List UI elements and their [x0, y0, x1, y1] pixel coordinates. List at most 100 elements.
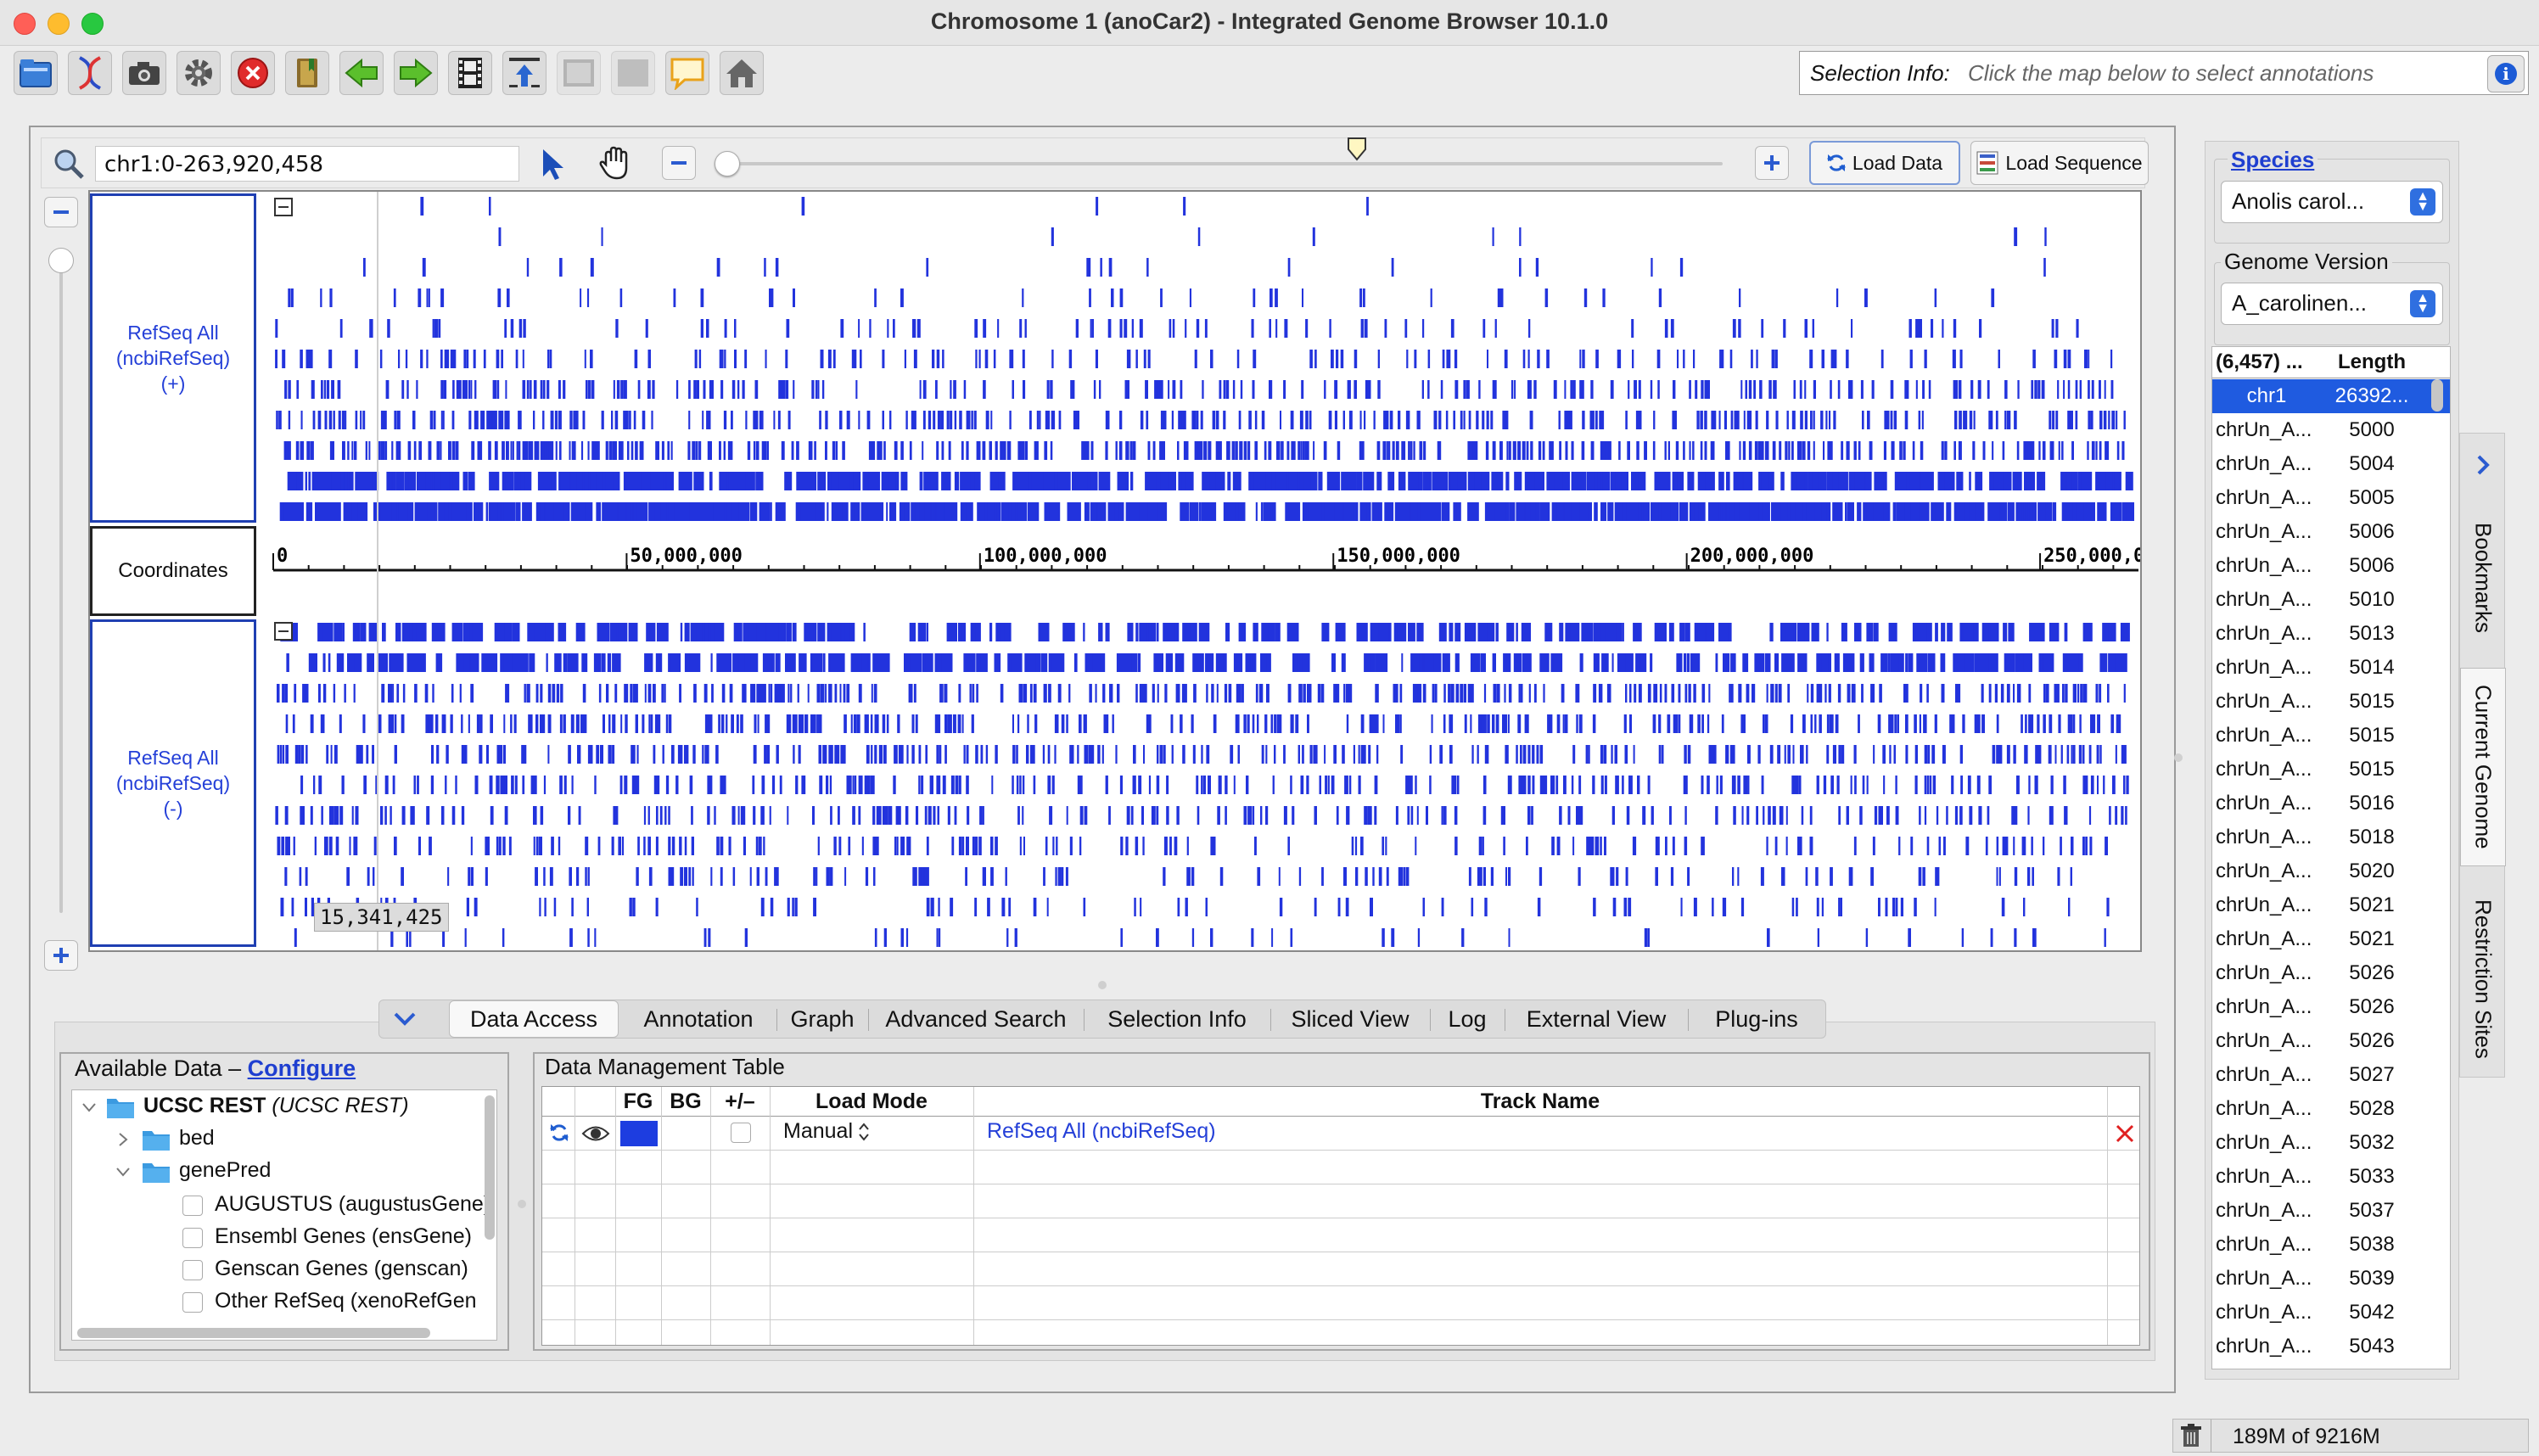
- minus-strand-feature[interactable]: [925, 653, 933, 672]
- plus-strand-feature[interactable]: [2116, 411, 2118, 429]
- plus-strand-feature[interactable]: [1331, 350, 1334, 368]
- minus-strand-feature[interactable]: [1023, 684, 1027, 703]
- plus-strand-feature[interactable]: [1942, 319, 1944, 338]
- minus-strand-feature[interactable]: [1287, 837, 1290, 855]
- plus-strand-feature[interactable]: [1795, 502, 1803, 521]
- plus-strand-feature[interactable]: [1232, 380, 1236, 399]
- plus-strand-feature[interactable]: [1275, 288, 1278, 307]
- minus-strand-feature[interactable]: [1742, 714, 1746, 733]
- tree-vertical-scrollbar[interactable]: [485, 1095, 495, 1240]
- minus-strand-feature[interactable]: [1233, 776, 1236, 794]
- minus-strand-feature[interactable]: [392, 776, 395, 794]
- minus-strand-feature[interactable]: [545, 623, 554, 641]
- minus-strand-feature[interactable]: [800, 714, 804, 733]
- minus-strand-feature[interactable]: [1932, 776, 1936, 794]
- minus-strand-feature[interactable]: [836, 745, 840, 764]
- minus-strand-feature[interactable]: [1190, 623, 1197, 641]
- minus-strand-feature[interactable]: [1374, 806, 1377, 825]
- minus-strand-feature[interactable]: [328, 653, 331, 672]
- plus-strand-feature[interactable]: [641, 472, 649, 490]
- data-management-table[interactable]: FG BG +/– Load Mode Track Name Manual Re…: [541, 1086, 2140, 1346]
- minus-strand-feature[interactable]: [318, 776, 322, 794]
- minus-strand-feature[interactable]: [1346, 806, 1350, 825]
- minus-strand-feature[interactable]: [1005, 867, 1007, 886]
- plus-strand-feature[interactable]: [505, 380, 507, 399]
- plus-strand-feature[interactable]: [518, 441, 521, 460]
- minus-strand-feature[interactable]: [1853, 745, 1857, 764]
- minus-strand-feature[interactable]: [612, 653, 614, 672]
- plus-strand-feature[interactable]: [540, 380, 543, 399]
- plus-strand-feature[interactable]: [1284, 319, 1288, 338]
- minus-strand-feature[interactable]: [1784, 745, 1786, 764]
- minus-strand-feature[interactable]: [1543, 776, 1546, 794]
- plus-strand-feature[interactable]: [971, 411, 973, 429]
- plus-strand-feature[interactable]: [755, 441, 759, 460]
- minus-strand-feature[interactable]: [1061, 867, 1064, 886]
- minus-strand-feature[interactable]: [1965, 837, 1970, 855]
- minus-strand-feature[interactable]: [721, 653, 729, 672]
- plus-strand-feature[interactable]: [893, 319, 895, 338]
- minus-strand-feature[interactable]: [1403, 867, 1406, 886]
- plus-strand-feature[interactable]: [866, 411, 871, 429]
- minus-strand-feature[interactable]: [1266, 684, 1270, 703]
- minus-strand-feature[interactable]: [1264, 623, 1268, 641]
- minus-strand-feature[interactable]: [330, 745, 333, 764]
- plus-strand-feature[interactable]: [1634, 380, 1637, 399]
- minus-strand-feature[interactable]: [1915, 623, 1925, 641]
- plus-strand-feature[interactable]: [913, 411, 916, 429]
- plus-strand-feature[interactable]: [858, 319, 860, 338]
- sequence-row[interactable]: chrUn_A... 5043: [2212, 1330, 2450, 1364]
- plus-strand-feature[interactable]: [1302, 288, 1303, 307]
- plus-strand-feature[interactable]: [275, 319, 278, 338]
- minus-strand-feature[interactable]: [1443, 806, 1447, 825]
- minus-strand-feature[interactable]: [906, 745, 909, 764]
- plus-strand-feature[interactable]: [1570, 380, 1573, 399]
- minus-strand-feature[interactable]: [688, 867, 692, 886]
- minus-strand-feature[interactable]: [636, 745, 639, 764]
- minus-strand-feature[interactable]: [779, 776, 782, 794]
- minus-strand-feature[interactable]: [737, 806, 740, 825]
- plus-strand-feature[interactable]: [1912, 441, 1915, 460]
- location-input[interactable]: chr1:0-263,920,458: [95, 146, 519, 182]
- plus-strand-feature[interactable]: [734, 319, 737, 338]
- plus-strand-feature[interactable]: [1773, 441, 1775, 460]
- minus-strand-feature[interactable]: [1747, 776, 1750, 794]
- minus-strand-feature[interactable]: [1910, 837, 1914, 855]
- minus-strand-feature[interactable]: [961, 714, 964, 733]
- minus-strand-feature[interactable]: [507, 684, 509, 703]
- plus-strand-feature[interactable]: [720, 380, 724, 399]
- plus-strand-feature[interactable]: [368, 441, 371, 460]
- plus-strand-feature[interactable]: [1468, 411, 1471, 429]
- minus-strand-feature[interactable]: [1798, 837, 1802, 855]
- plus-strand-feature[interactable]: [1111, 288, 1114, 307]
- plus-strand-feature[interactable]: [817, 380, 820, 399]
- minus-strand-feature[interactable]: [1836, 776, 1840, 794]
- plus-strand-feature[interactable]: [405, 350, 408, 368]
- plus-strand-feature[interactable]: [916, 319, 921, 338]
- plus-strand-feature[interactable]: [1408, 411, 1410, 429]
- plus-strand-feature[interactable]: [1783, 319, 1786, 338]
- plus-strand-feature[interactable]: [1500, 288, 1504, 307]
- minus-strand-feature[interactable]: [1866, 776, 1869, 794]
- plus-strand-feature[interactable]: [1254, 411, 1258, 429]
- minus-strand-feature[interactable]: [1513, 653, 1522, 672]
- plus-strand-feature[interactable]: [936, 502, 944, 521]
- minus-strand-feature[interactable]: [954, 806, 956, 825]
- tab-sliced-view[interactable]: Sliced View: [1275, 1000, 1425, 1038]
- minus-strand-feature[interactable]: [2110, 714, 2115, 733]
- plus-strand-feature[interactable]: [1126, 380, 1129, 399]
- minus-strand-feature[interactable]: [1097, 745, 1101, 764]
- plus-strand-feature[interactable]: [1956, 472, 1964, 490]
- minus-strand-feature[interactable]: [1374, 776, 1378, 794]
- minus-strand-feature[interactable]: [1927, 745, 1931, 764]
- sequence-row[interactable]: chrUn_A... 5015: [2212, 685, 2450, 719]
- plus-strand-feature[interactable]: [1482, 411, 1485, 429]
- plus-strand-feature[interactable]: [1583, 288, 1588, 307]
- plus-strand-feature[interactable]: [363, 258, 366, 277]
- minus-strand-feature[interactable]: [284, 867, 288, 886]
- minus-strand-feature[interactable]: [1628, 776, 1632, 794]
- minus-strand-feature[interactable]: [1706, 623, 1714, 641]
- home-icon[interactable]: [720, 51, 764, 95]
- minus-strand-feature[interactable]: [373, 867, 375, 886]
- minus-strand-feature[interactable]: [702, 745, 704, 764]
